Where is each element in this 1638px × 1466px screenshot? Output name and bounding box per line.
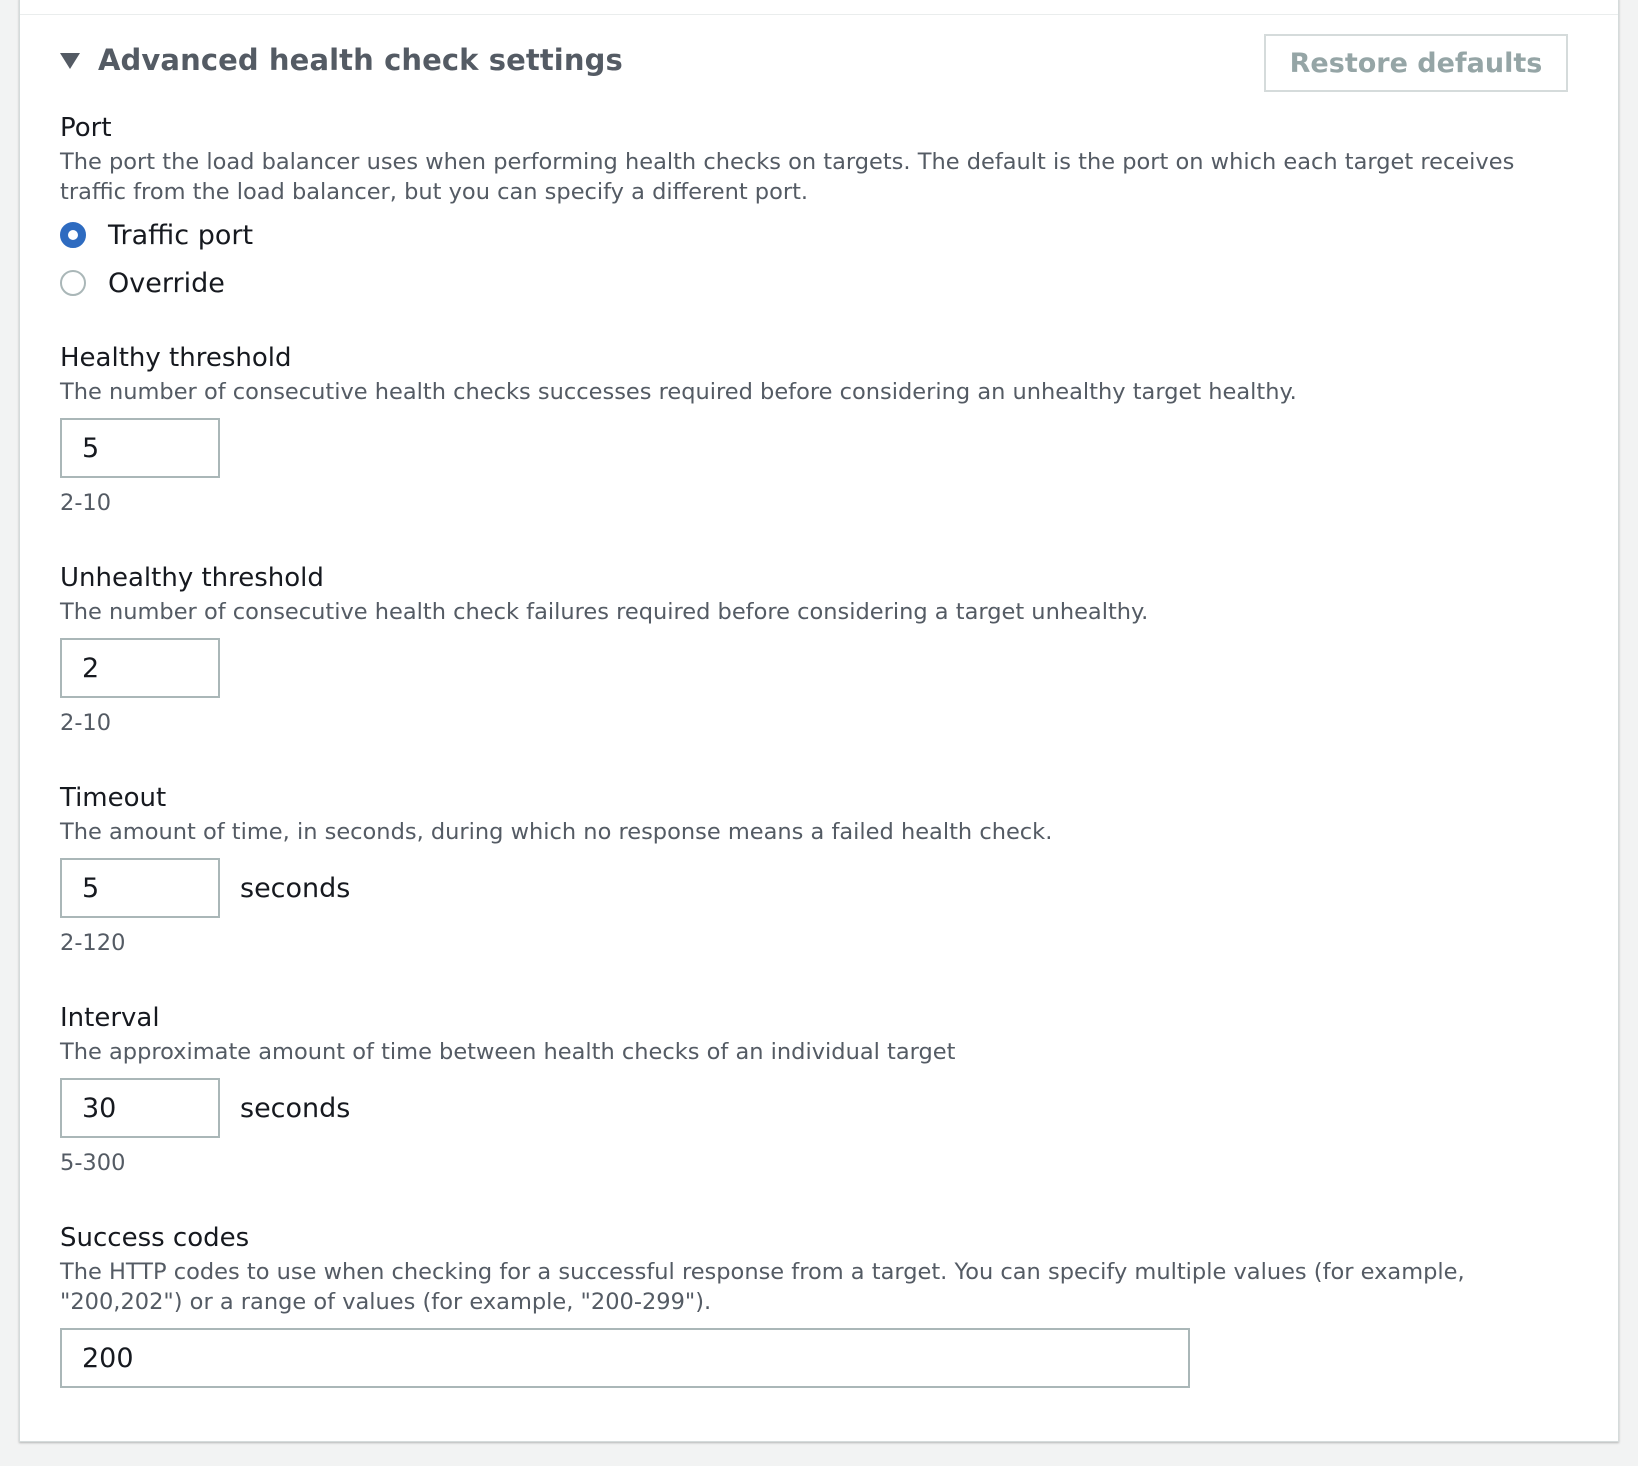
healthy-threshold-constraint: 2-10 (60, 490, 112, 516)
radio-override-label[interactable]: Override (108, 268, 225, 299)
unhealthy-threshold-constraint: 2-10 (60, 710, 112, 736)
section-title: Advanced health check settings (98, 43, 623, 77)
unhealthy-threshold-field: Unhealthy threshold The number of consec… (60, 561, 1540, 738)
unhealthy-threshold-description: The number of consecutive health check f… (60, 599, 1149, 625)
port-label: Port (60, 113, 112, 143)
timeout-label: Timeout (60, 783, 167, 813)
radio-selected-icon[interactable] (60, 222, 86, 248)
timeout-input[interactable] (60, 858, 220, 918)
interval-constraint: 5-300 (60, 1150, 126, 1176)
healthy-threshold-input[interactable] (60, 418, 220, 478)
radio-unselected-icon[interactable] (60, 270, 86, 296)
timeout-field: Timeout The amount of time, in seconds, … (60, 781, 1540, 958)
unhealthy-threshold-input[interactable] (60, 638, 220, 698)
radio-traffic-port[interactable]: Traffic port (60, 211, 1540, 259)
success-codes-description: The HTTP codes to use when checking for … (60, 1259, 1465, 1315)
restore-defaults-button[interactable]: Restore defaults (1264, 34, 1568, 92)
success-codes-input[interactable] (60, 1328, 1190, 1388)
healthy-threshold-description: The number of consecutive health checks … (60, 379, 1297, 405)
port-description: The port the load balancer uses when per… (60, 149, 1515, 205)
success-codes-label: Success codes (60, 1223, 250, 1253)
top-divider (20, 14, 1618, 15)
port-field: Port The port the load balancer uses whe… (60, 111, 1540, 307)
caret-down-icon[interactable] (60, 53, 80, 69)
interval-label: Interval (60, 1003, 160, 1033)
unhealthy-threshold-label: Unhealthy threshold (60, 563, 324, 593)
health-check-panel: Advanced health check settings Restore d… (19, 0, 1619, 1442)
healthy-threshold-label: Healthy threshold (60, 343, 292, 373)
timeout-unit: seconds (240, 872, 351, 904)
interval-unit: seconds (240, 1092, 351, 1124)
radio-override[interactable]: Override (60, 259, 1540, 307)
interval-field: Interval The approximate amount of time … (60, 1001, 1540, 1178)
timeout-description: The amount of time, in seconds, during w… (60, 819, 1053, 845)
interval-input[interactable] (60, 1078, 220, 1138)
interval-description: The approximate amount of time between h… (60, 1039, 956, 1065)
success-codes-field: Success codes The HTTP codes to use when… (60, 1221, 1580, 1388)
radio-traffic-port-label[interactable]: Traffic port (108, 220, 253, 251)
advanced-settings-toggle[interactable]: Advanced health check settings (60, 43, 623, 77)
healthy-threshold-field: Healthy threshold The number of consecut… (60, 341, 1540, 518)
timeout-constraint: 2-120 (60, 930, 126, 956)
